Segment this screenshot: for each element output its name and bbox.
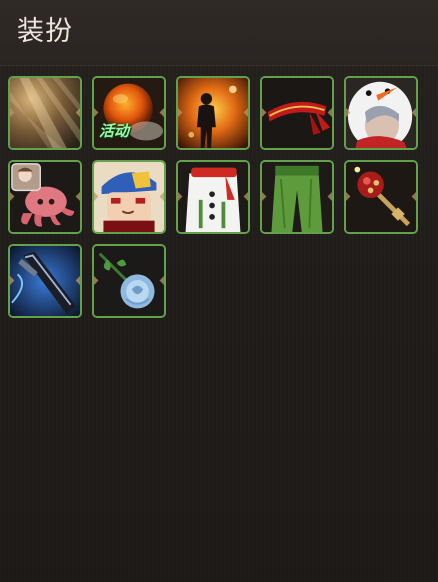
item-slot-11[interactable] [8, 244, 82, 318]
item-slot-10[interactable] [344, 160, 418, 234]
item-slot-8[interactable] [176, 160, 250, 234]
dark-blade-icon [10, 246, 80, 316]
item-slot-6[interactable] [8, 160, 82, 234]
red-headband-icon [262, 78, 332, 148]
item-slot-12[interactable] [92, 244, 166, 318]
light-rays-icon [10, 78, 80, 148]
item-grid: 活动 [8, 76, 428, 318]
red-mace-icon [346, 162, 416, 232]
item-slot-5[interactable] [344, 76, 418, 150]
panel-header: 装扮 [0, 0, 438, 66]
item-slot-7[interactable] [92, 160, 166, 234]
item-slot-2[interactable]: 活动 [92, 76, 166, 150]
snowman-coat-icon [178, 162, 248, 232]
blue-cap-character-icon [94, 162, 164, 232]
item-slot-4[interactable] [260, 76, 334, 150]
green-pants-icon [262, 162, 332, 232]
snowman-hood-character-icon [346, 78, 416, 148]
event-badge: 活动 [99, 122, 130, 140]
panel-title: 装扮 [17, 16, 73, 47]
octopus-pet-icon [10, 162, 80, 232]
item-slot-3[interactable] [176, 76, 250, 150]
blue-rose-icon [94, 246, 164, 316]
costume-panel: 装扮 活动 [0, 0, 438, 582]
fire-silhouette-icon [178, 78, 248, 148]
item-slot-9[interactable] [260, 160, 334, 234]
item-slot-1[interactable] [8, 76, 82, 150]
